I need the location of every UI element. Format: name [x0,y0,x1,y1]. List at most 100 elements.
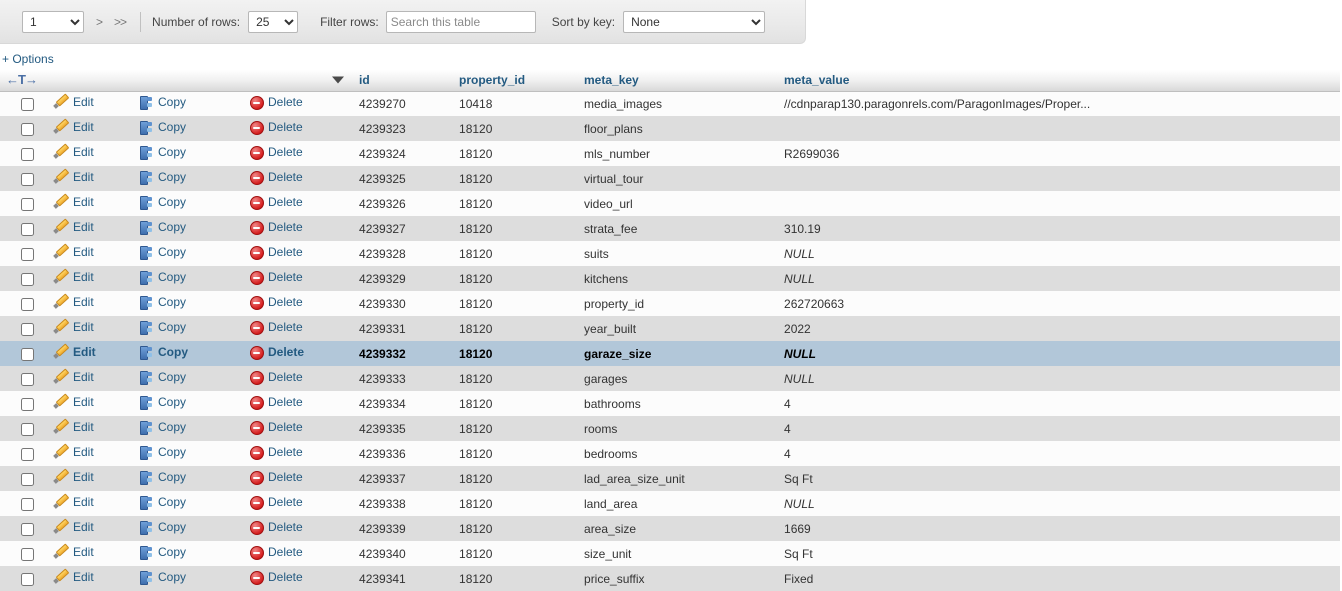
table-row[interactable]: Edit Copy Delete 4239335 18120 rooms 4 [0,416,1341,441]
cell-meta-key[interactable]: year_built [578,316,779,341]
table-row[interactable]: Edit Copy Delete 4239325 18120 virtual_tour [0,166,1341,191]
edit-row-cell[interactable]: Edit [48,91,133,116]
delete-row-cell[interactable]: Delete [243,166,354,191]
cell-id[interactable]: 4239331 [353,316,454,341]
edit-row-link[interactable]: Edit [54,495,94,509]
copy-row-cell[interactable]: Copy [133,541,243,566]
table-row[interactable]: Edit Copy Delete 4239270 10418 media_images//… [0,91,1341,116]
row-checkbox-cell[interactable] [0,166,48,191]
edit-row-cell[interactable]: Edit [48,216,133,241]
delete-row-cell[interactable]: Delete [243,241,354,266]
edit-row-cell[interactable]: Edit [48,541,133,566]
row-checkbox-cell[interactable] [0,141,48,166]
copy-row-link[interactable]: Copy [139,320,186,335]
table-row[interactable]: Edit Copy Delete 4239332 18120 garaze_size NUL… [0,341,1341,366]
delete-row-link[interactable]: Delete [249,295,303,310]
delete-row-cell[interactable]: Delete [243,91,354,116]
cell-meta-value[interactable]: R2699036 [778,141,1341,166]
cell-property-id[interactable]: 18120 [453,216,579,241]
cell-meta-key[interactable]: lad_area_size_unit [578,466,779,491]
copy-row-link[interactable]: Copy [139,395,186,410]
cell-meta-key[interactable]: kitchens [578,266,779,291]
copy-row-link[interactable]: Copy [139,345,188,360]
table-row[interactable]: Edit Copy Delete 4239334 18120 bathrooms 4 [0,391,1341,416]
cell-meta-value[interactable]: 310.19 [778,216,1341,241]
cell-property-id[interactable]: 18120 [453,516,579,541]
cell-meta-key[interactable]: land_area [578,491,779,516]
row-checkbox[interactable] [20,222,34,236]
edit-row-cell[interactable]: Edit [48,141,133,166]
row-checkbox[interactable] [20,447,34,461]
cell-id[interactable]: 4239336 [353,441,454,466]
edit-row-link[interactable]: Edit [54,545,94,559]
table-row[interactable]: Edit Copy Delete 4239333 18120 garages NULL [0,366,1341,391]
edit-row-cell[interactable]: Edit [48,266,133,291]
cell-meta-key[interactable]: property_id [578,291,779,316]
delete-row-cell[interactable]: Delete [243,366,354,391]
edit-row-cell[interactable]: Edit [48,291,133,316]
options-toggle-link[interactable]: + Options [2,52,54,66]
column-header-meta-value[interactable]: meta_value [778,70,1341,92]
row-checkbox-cell[interactable] [0,491,48,516]
row-checkbox-cell[interactable] [0,566,48,591]
delete-row-link[interactable]: Delete [249,570,303,585]
delete-row-link[interactable]: Delete [249,370,303,385]
delete-row-link[interactable]: Delete [249,95,303,111]
row-checkbox[interactable] [20,372,34,386]
table-row[interactable]: Edit Copy Delete 4239330 18120 property_id 262… [0,291,1341,316]
copy-row-link[interactable]: Copy [139,545,186,560]
edit-row-cell[interactable]: Edit [48,391,133,416]
copy-row-cell[interactable]: Copy [133,516,243,541]
edit-row-link[interactable]: Edit [54,470,94,484]
delete-row-cell[interactable]: Delete [243,491,354,516]
cell-id[interactable]: 4239340 [353,541,454,566]
cell-meta-value[interactable]: //cdnparap130.paragonrels.com/ParagonIma… [778,91,1341,116]
table-row[interactable]: Edit Copy Delete 4239323 18120 floor_plans [0,116,1341,141]
cell-meta-value[interactable] [778,166,1341,191]
copy-row-cell[interactable]: Copy [133,291,243,316]
cell-property-id[interactable]: 18120 [453,266,579,291]
row-checkbox[interactable] [20,247,34,261]
cell-meta-value[interactable]: NULL [778,241,1341,266]
delete-row-link[interactable]: Delete [249,395,303,410]
cell-meta-key[interactable]: area_size [578,516,779,541]
table-row[interactable]: Edit Copy Delete 4239341 18120 price_suffix Fi… [0,566,1341,591]
chevron-down-icon[interactable] [332,76,345,84]
copy-row-link[interactable]: Copy [139,470,186,485]
copy-row-link[interactable]: Copy [139,420,186,435]
row-checkbox[interactable] [20,422,34,436]
edit-row-cell[interactable]: Edit [48,466,133,491]
cell-meta-key[interactable]: mls_number [578,141,779,166]
row-checkbox[interactable] [20,297,34,311]
cell-meta-value[interactable]: Fixed [778,566,1341,591]
table-row[interactable]: Edit Copy Delete 4239338 18120 land_area NULL [0,491,1341,516]
delete-row-cell[interactable]: Delete [243,391,354,416]
table-row[interactable]: Edit Copy Delete 4239331 18120 year_built 2022 [0,316,1341,341]
delete-row-cell[interactable]: Delete [243,216,354,241]
last-page-button[interactable]: >> [114,15,127,29]
row-checkbox-cell[interactable] [0,441,48,466]
copy-row-cell[interactable]: Copy [133,566,243,591]
delete-row-link[interactable]: Delete [249,270,303,285]
cell-meta-value[interactable]: 4 [778,441,1341,466]
delete-row-link[interactable]: Delete [249,345,304,360]
copy-row-cell[interactable]: Copy [133,266,243,291]
copy-row-link[interactable]: Copy [139,295,186,310]
delete-row-cell[interactable]: Delete [243,141,354,166]
copy-row-link[interactable]: Copy [139,245,186,260]
number-of-rows-select[interactable]: 2550100250500 [248,10,299,33]
delete-row-link[interactable]: Delete [249,470,303,485]
cell-id[interactable]: 4239329 [353,266,454,291]
column-header-property-id[interactable]: property_id [453,70,579,92]
cell-property-id[interactable]: 18120 [453,341,579,366]
cell-meta-key[interactable]: virtual_tour [578,166,779,191]
row-checkbox-cell[interactable] [0,116,48,141]
cell-meta-key[interactable]: size_unit [578,541,779,566]
cell-meta-value[interactable]: 4 [778,416,1341,441]
edit-row-cell[interactable]: Edit [48,341,133,366]
cell-property-id[interactable]: 18120 [453,366,579,391]
copy-row-cell[interactable]: Copy [133,116,243,141]
table-row[interactable]: Edit Copy Delete 4239339 18120 area_size 1669 [0,516,1341,541]
table-row[interactable]: Edit Copy Delete 4239329 18120 kitchens NULL [0,266,1341,291]
cell-id[interactable]: 4239323 [353,116,454,141]
